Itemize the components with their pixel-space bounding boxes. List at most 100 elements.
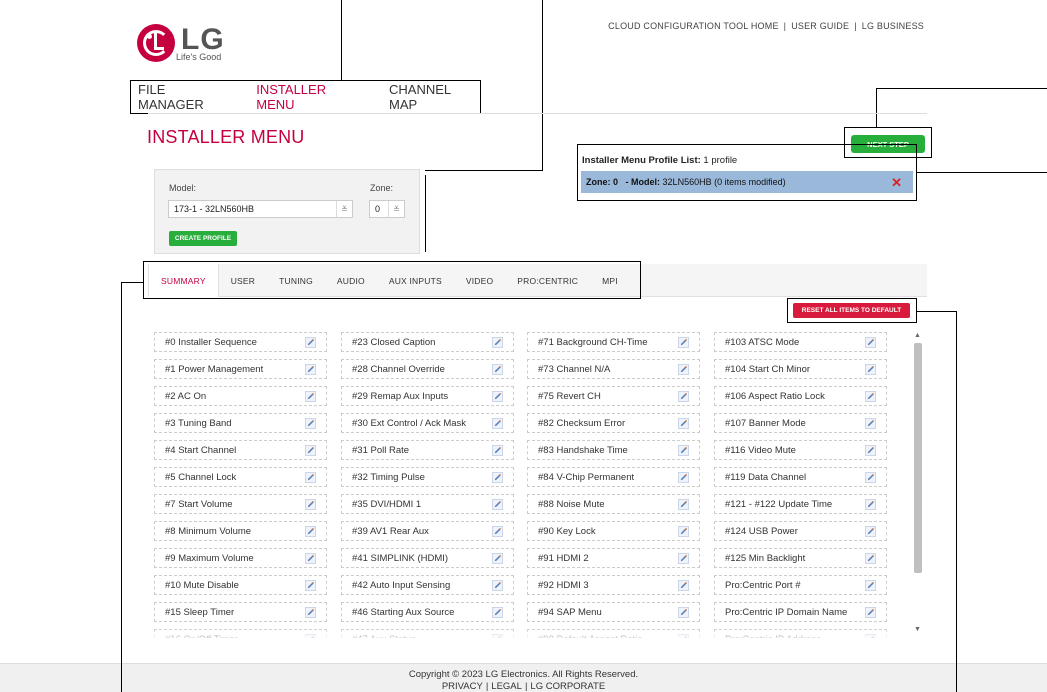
edit-pencil-icon[interactable] <box>678 445 689 456</box>
edit-pencil-icon[interactable] <box>865 499 876 510</box>
edit-pencil-icon[interactable] <box>865 391 876 402</box>
edit-pencil-icon[interactable] <box>305 580 316 591</box>
edit-pencil-icon[interactable] <box>865 472 876 483</box>
installer-item[interactable]: #73 Channel N/A <box>527 359 700 379</box>
edit-pencil-icon[interactable] <box>678 364 689 375</box>
installer-item[interactable]: #104 Start Ch Minor <box>714 359 887 379</box>
installer-item[interactable]: #92 HDMI 3 <box>527 575 700 595</box>
edit-pencil-icon[interactable] <box>865 553 876 564</box>
installer-item[interactable]: #121 - #122 Update Time <box>714 494 887 514</box>
scroll-up-icon[interactable]: ▲ <box>914 332 921 339</box>
scrollbar[interactable]: ▲ ▼ <box>912 330 924 636</box>
link-lg-business[interactable]: LG BUSINESS <box>862 21 924 31</box>
edit-pencil-icon[interactable] <box>305 445 316 456</box>
edit-pencil-icon[interactable] <box>865 445 876 456</box>
edit-pencil-icon[interactable] <box>865 337 876 348</box>
edit-pencil-icon[interactable] <box>678 607 689 618</box>
link-legal[interactable]: LEGAL <box>491 681 522 692</box>
edit-pencil-icon[interactable] <box>492 364 503 375</box>
link-privacy[interactable]: PRIVACY <box>442 681 483 692</box>
installer-item[interactable]: #31 Poll Rate <box>341 440 514 460</box>
installer-item[interactable]: #10 Mute Disable <box>154 575 327 595</box>
installer-item[interactable]: #75 Revert CH <box>527 386 700 406</box>
installer-item[interactable]: #103 ATSC Mode <box>714 332 887 352</box>
nav-file-manager[interactable]: FILE MANAGER <box>138 82 232 112</box>
edit-pencil-icon[interactable] <box>865 418 876 429</box>
installer-item[interactable]: #8 Minimum Volume <box>154 521 327 541</box>
installer-item[interactable]: Pro:Centric Port # <box>714 575 887 595</box>
link-cloud-home[interactable]: CLOUD CONFIGURATION TOOL HOME <box>608 21 778 31</box>
installer-item[interactable]: #83 Handshake Time <box>527 440 700 460</box>
reset-all-button[interactable]: RESET ALL ITEMS TO DEFAULT <box>793 303 910 318</box>
installer-item[interactable]: #91 HDMI 2 <box>527 548 700 568</box>
link-user-guide[interactable]: USER GUIDE <box>791 21 849 31</box>
installer-item[interactable]: #88 Noise Mute <box>527 494 700 514</box>
edit-pencil-icon[interactable] <box>305 499 316 510</box>
edit-pencil-icon[interactable] <box>492 607 503 618</box>
profile-row[interactable]: Zone: 0 - Model: 32LN560HB (0 items modi… <box>581 171 913 193</box>
installer-item[interactable]: #23 Closed Caption <box>341 332 514 352</box>
installer-item[interactable]: #32 Timing Pulse <box>341 467 514 487</box>
edit-pencil-icon[interactable] <box>678 499 689 510</box>
installer-item[interactable]: #82 Checksum Error <box>527 413 700 433</box>
edit-pencil-icon[interactable] <box>492 391 503 402</box>
installer-item[interactable]: #2 AC On <box>154 386 327 406</box>
delete-profile-icon[interactable]: ✕ <box>891 175 902 191</box>
scroll-down-icon[interactable]: ▼ <box>914 626 921 633</box>
installer-item[interactable]: #9 Maximum Volume <box>154 548 327 568</box>
edit-pencil-icon[interactable] <box>305 472 316 483</box>
create-profile-button[interactable]: CREATE PROFILE <box>169 231 237 246</box>
installer-item[interactable]: #106 Aspect Ratio Lock <box>714 386 887 406</box>
edit-pencil-icon[interactable] <box>678 472 689 483</box>
edit-pencil-icon[interactable] <box>492 526 503 537</box>
edit-pencil-icon[interactable] <box>865 607 876 618</box>
installer-item[interactable]: #107 Banner Mode <box>714 413 887 433</box>
edit-pencil-icon[interactable] <box>865 580 876 591</box>
edit-pencil-icon[interactable] <box>492 445 503 456</box>
installer-item[interactable]: #71 Background CH-Time <box>527 332 700 352</box>
edit-pencil-icon[interactable] <box>305 364 316 375</box>
installer-item[interactable]: #15 Sleep Timer <box>154 602 327 622</box>
installer-item[interactable]: #94 SAP Menu <box>527 602 700 622</box>
installer-item[interactable]: #90 Key Lock <box>527 521 700 541</box>
edit-pencil-icon[interactable] <box>492 418 503 429</box>
installer-item[interactable]: #28 Channel Override <box>341 359 514 379</box>
edit-pencil-icon[interactable] <box>492 580 503 591</box>
installer-item[interactable]: #124 USB Power <box>714 521 887 541</box>
edit-pencil-icon[interactable] <box>678 580 689 591</box>
installer-item[interactable]: #1 Power Management <box>154 359 327 379</box>
edit-pencil-icon[interactable] <box>678 337 689 348</box>
edit-pencil-icon[interactable] <box>305 391 316 402</box>
installer-item[interactable]: #5 Channel Lock <box>154 467 327 487</box>
installer-item[interactable]: #7 Start Volume <box>154 494 327 514</box>
installer-item[interactable]: #116 Video Mute <box>714 440 887 460</box>
installer-item[interactable]: #0 Installer Sequence <box>154 332 327 352</box>
edit-pencil-icon[interactable] <box>305 337 316 348</box>
installer-item[interactable]: #3 Tuning Band <box>154 413 327 433</box>
nav-installer-menu[interactable]: INSTALLER MENU <box>256 82 365 112</box>
edit-pencil-icon[interactable] <box>492 553 503 564</box>
installer-item[interactable]: #30 Ext Control / Ack Mask <box>341 413 514 433</box>
nav-channel-map[interactable]: CHANNEL MAP <box>389 82 480 112</box>
edit-pencil-icon[interactable] <box>678 553 689 564</box>
installer-item[interactable]: #46 Starting Aux Source <box>341 602 514 622</box>
edit-pencil-icon[interactable] <box>865 364 876 375</box>
installer-item[interactable]: #84 V-Chip Permanent <box>527 467 700 487</box>
link-lg-corporate[interactable]: LG CORPORATE <box>530 681 605 692</box>
edit-pencil-icon[interactable] <box>305 553 316 564</box>
edit-pencil-icon[interactable] <box>678 418 689 429</box>
installer-item[interactable]: #4 Start Channel <box>154 440 327 460</box>
installer-item[interactable]: #41 SIMPLINK (HDMI) <box>341 548 514 568</box>
installer-item[interactable]: #39 AV1 Rear Aux <box>341 521 514 541</box>
installer-item[interactable]: Pro:Centric IP Domain Name <box>714 602 887 622</box>
installer-item[interactable]: #42 Auto Input Sensing <box>341 575 514 595</box>
installer-item[interactable]: #29 Remap Aux Inputs <box>341 386 514 406</box>
zone-select[interactable]: 0 ≚ <box>369 200 405 218</box>
edit-pencil-icon[interactable] <box>305 607 316 618</box>
edit-pencil-icon[interactable] <box>678 391 689 402</box>
edit-pencil-icon[interactable] <box>492 499 503 510</box>
installer-item[interactable]: #125 Min Backlight <box>714 548 887 568</box>
edit-pencil-icon[interactable] <box>305 418 316 429</box>
edit-pencil-icon[interactable] <box>865 526 876 537</box>
model-select[interactable]: 173-1 - 32LN560HB ≚ <box>168 200 353 218</box>
